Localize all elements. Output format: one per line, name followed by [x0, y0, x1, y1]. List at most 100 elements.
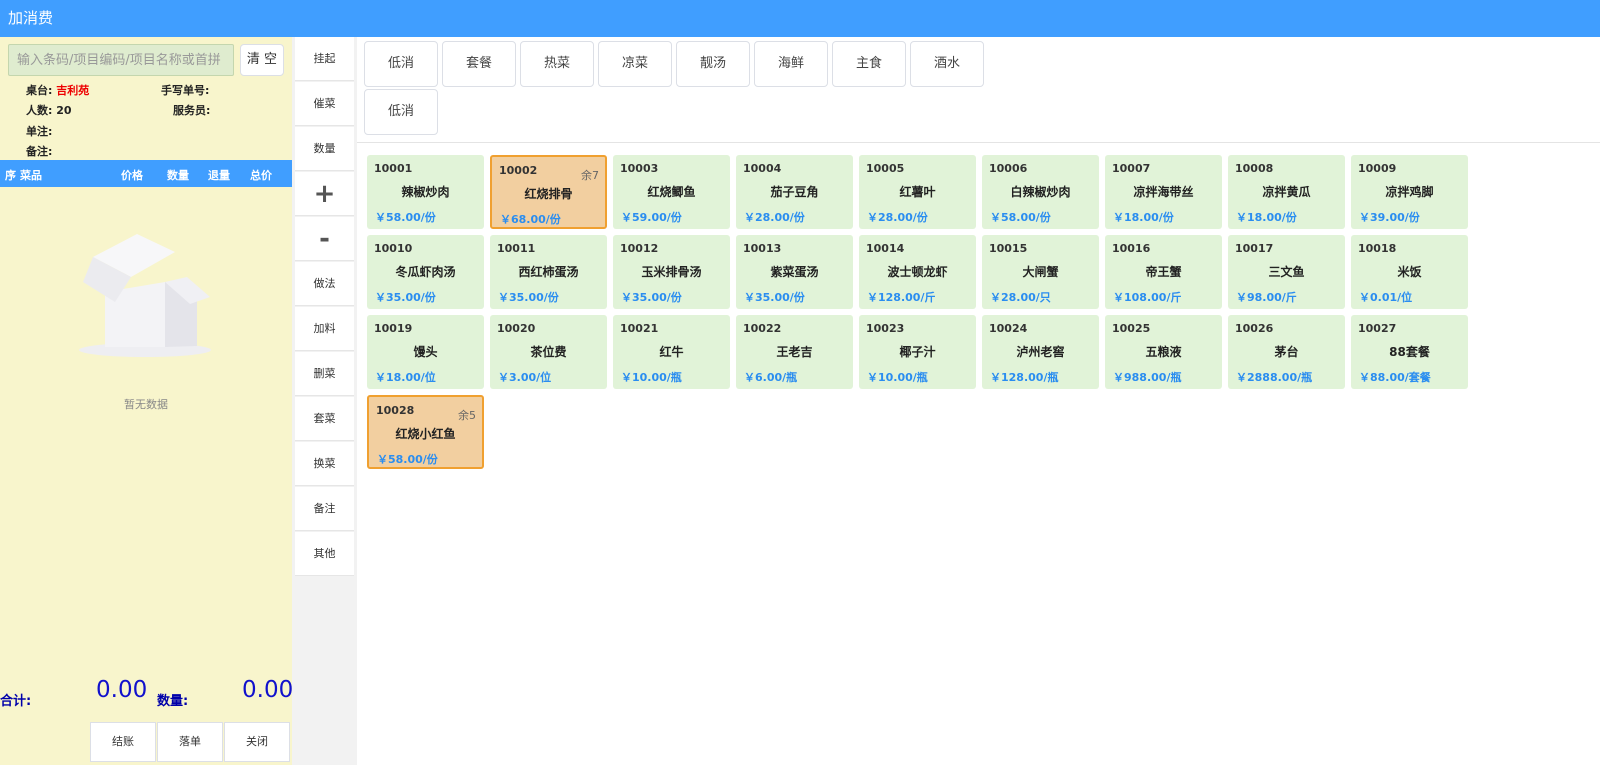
category-tab[interactable]: 靓汤: [676, 41, 750, 87]
dish-price: ￥58.00/份: [377, 453, 438, 466]
dish-card[interactable]: 10003 红烧鲫鱼 ￥59.00/份: [613, 155, 730, 229]
dish-card[interactable]: 10025 五粮液 ￥988.00/瓶: [1105, 315, 1222, 389]
dish-card[interactable]: 10027 88套餐 ￥88.00/套餐: [1351, 315, 1468, 389]
dish-card[interactable]: 10024 泸州老窖 ￥128.00/瓶: [982, 315, 1099, 389]
dish-code: 10017: [1235, 242, 1274, 255]
dish-price: ￥3.00/位: [498, 371, 552, 384]
place-order-button[interactable]: 落单: [157, 722, 223, 762]
remark-button[interactable]: 备注: [295, 487, 354, 531]
category-tab[interactable]: 热菜: [520, 41, 594, 87]
dish-card[interactable]: 10022 王老吉 ￥6.00/瓶: [736, 315, 853, 389]
dish-card[interactable]: 10018 米饭 ￥0.01/位: [1351, 235, 1468, 309]
hold-button[interactable]: 挂起: [295, 37, 354, 81]
people-label: 人数:: [26, 104, 53, 117]
dish-code: 10001: [374, 162, 413, 175]
checkout-button[interactable]: 结账: [90, 722, 156, 762]
dish-card[interactable]: 10002 余7 红烧排骨 ￥68.00/份: [490, 155, 607, 229]
dish-card[interactable]: 10028 余5 红烧小红鱼 ￥58.00/份: [367, 395, 484, 469]
dish-price: ￥58.00/份: [990, 211, 1051, 224]
dish-code: 10005: [866, 162, 905, 175]
dish-name: 波士顿龙虾: [887, 265, 948, 279]
dish-card[interactable]: 10013 紫菜蛋汤 ￥35.00/份: [736, 235, 853, 309]
search-input[interactable]: [8, 44, 234, 76]
dish-card[interactable]: 10020 茶位费 ￥3.00/位: [490, 315, 607, 389]
category-tab[interactable]: 套餐: [442, 41, 516, 87]
clear-button[interactable]: 清 空: [240, 44, 284, 76]
dish-name: 凉拌黄瓜: [1262, 185, 1311, 199]
dish-card[interactable]: 10010 冬瓜虾肉汤 ￥35.00/份: [367, 235, 484, 309]
dish-card[interactable]: 10012 玉米排骨汤 ￥35.00/份: [613, 235, 730, 309]
dish-code: 10025: [1112, 322, 1151, 335]
table-info: 桌台: 吉利苑: [26, 82, 89, 98]
dish-price: ￥58.00/份: [375, 211, 436, 224]
category-tab[interactable]: 凉菜: [598, 41, 672, 87]
dish-name: 冬瓜虾肉汤: [395, 265, 456, 279]
dish-code: 10027: [1358, 322, 1397, 335]
add-ingredient-button[interactable]: 加料: [295, 307, 354, 351]
dish-card[interactable]: 10009 凉拌鸡脚 ￥39.00/份: [1351, 155, 1468, 229]
dish-name: 88套餐: [1389, 345, 1430, 359]
delete-dish-button[interactable]: 删菜: [295, 352, 354, 396]
dish-remaining: 余7: [581, 169, 599, 182]
dish-name: 茄子豆角: [770, 185, 819, 199]
other-button[interactable]: 其他: [295, 532, 354, 576]
dish-name: 西红柿蛋汤: [518, 265, 579, 279]
dish-name: 三文鱼: [1268, 265, 1305, 279]
dish-price: ￥28.00/份: [867, 211, 928, 224]
dish-card[interactable]: 10026 茅台 ￥2888.00/瓶: [1228, 315, 1345, 389]
people-value: 20: [56, 104, 72, 117]
dish-card[interactable]: 10014 波士顿龙虾 ￥128.00/斤: [859, 235, 976, 309]
col-dish: 菜品: [20, 169, 42, 182]
people-info: 人数: 20: [26, 102, 72, 118]
total-label: 合计:: [0, 694, 32, 709]
dish-card[interactable]: 10006 白辣椒炒肉 ￥58.00/份: [982, 155, 1099, 229]
dish-code: 10003: [620, 162, 659, 175]
swap-dish-button[interactable]: 换菜: [295, 442, 354, 486]
dish-code: 10006: [989, 162, 1028, 175]
dish-price: ￥988.00/瓶: [1113, 371, 1182, 384]
dish-code: 10024: [989, 322, 1028, 335]
dish-card[interactable]: 10019 馒头 ￥18.00/位: [367, 315, 484, 389]
dish-card[interactable]: 10016 帝王蟹 ￥108.00/斤: [1105, 235, 1222, 309]
method-button[interactable]: 做法: [295, 262, 354, 306]
col-qty: 数量: [167, 169, 189, 182]
dish-price: ￥18.00/份: [1113, 211, 1174, 224]
total-value: 0.00: [96, 677, 148, 703]
dish-card[interactable]: 10007 凉拌海带丝 ￥18.00/份: [1105, 155, 1222, 229]
dish-card[interactable]: 10015 大闸蟹 ￥28.00/只: [982, 235, 1099, 309]
dish-name: 紫菜蛋汤: [770, 265, 819, 279]
category-tab[interactable]: 酒水: [910, 41, 984, 87]
dish-price: ￥35.00/份: [498, 291, 559, 304]
category-tab[interactable]: 低消: [364, 89, 438, 135]
category-tab[interactable]: 主食: [832, 41, 906, 87]
set-dish-button[interactable]: 套菜: [295, 397, 354, 441]
rush-button[interactable]: 催菜: [295, 82, 354, 126]
dish-card[interactable]: 10004 茄子豆角 ￥28.00/份: [736, 155, 853, 229]
decrease-button[interactable]: -: [295, 217, 354, 261]
dish-price: ￥10.00/瓶: [621, 371, 682, 384]
dish-price: ￥2888.00/瓶: [1236, 371, 1313, 384]
category-tab[interactable]: 海鲜: [754, 41, 828, 87]
dish-card[interactable]: 10023 椰子汁 ￥10.00/瓶: [859, 315, 976, 389]
table-label: 桌台:: [26, 84, 53, 97]
increase-button[interactable]: +: [295, 172, 354, 216]
close-button[interactable]: 关闭: [224, 722, 290, 762]
dish-price: ￥88.00/套餐: [1359, 371, 1431, 384]
dish-name: 凉拌鸡脚: [1385, 185, 1434, 199]
dish-card[interactable]: 10011 西红柿蛋汤 ￥35.00/份: [490, 235, 607, 309]
qty-label: 数量:: [157, 694, 189, 709]
col-index: 序: [5, 169, 16, 182]
quantity-button[interactable]: 数量: [295, 127, 354, 171]
dish-name: 红烧鲫鱼: [647, 185, 696, 199]
dish-card[interactable]: 10017 三文鱼 ￥98.00/斤: [1228, 235, 1345, 309]
dish-code: 10020: [497, 322, 536, 335]
dish-price: ￥108.00/斤: [1113, 291, 1182, 304]
dish-code: 10013: [743, 242, 782, 255]
dish-card[interactable]: 10005 红薯叶 ￥28.00/份: [859, 155, 976, 229]
dish-card[interactable]: 10008 凉拌黄瓜 ￥18.00/份: [1228, 155, 1345, 229]
dish-grid: 10001 辣椒炒肉 ￥58.00/份 10002 余7 红烧排骨 ￥68.00/份 1000…: [357, 143, 1600, 765]
dish-name: 王老吉: [776, 345, 813, 359]
category-tab[interactable]: 低消: [364, 41, 438, 87]
dish-card[interactable]: 10021 红牛 ￥10.00/瓶: [613, 315, 730, 389]
dish-card[interactable]: 10001 辣椒炒肉 ￥58.00/份: [367, 155, 484, 229]
